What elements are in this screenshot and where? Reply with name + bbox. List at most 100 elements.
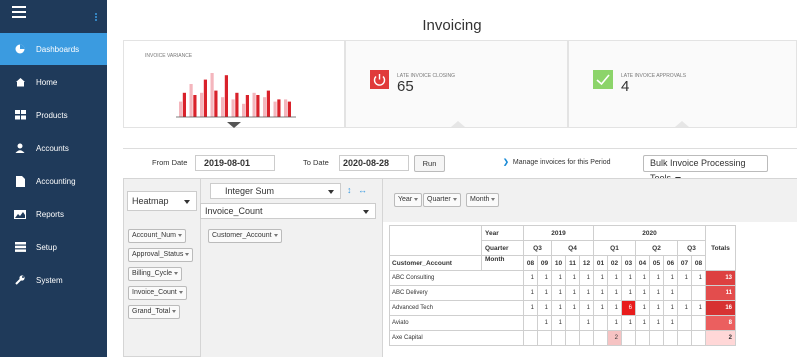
expand-arrow-icon[interactable] [451, 121, 465, 127]
variance-bar-red [277, 99, 281, 117]
table-cell: 1 [621, 270, 636, 286]
renderer-select[interactable]: Heatmap [127, 191, 197, 211]
aggregator-select[interactable]: Integer Sum [210, 183, 341, 199]
pivot-table: Year 2019 2020 Totals Quarter Q3 Q4 Q1 Q2 Q3 Month… [389, 225, 736, 346]
more-options-icon[interactable] [95, 13, 98, 23]
variance-bar-pink [252, 92, 256, 117]
expand-arrow-icon[interactable] [227, 122, 241, 128]
card-label: INVOICE VARIANCE [145, 53, 193, 59]
late-invoice-approvals-card[interactable]: LATE INVOICE APPROVALS 4 [568, 40, 797, 128]
swap-icon[interactable]: ↔ [358, 185, 367, 195]
table-cell: 1 [621, 285, 636, 301]
table-cell: 1 [677, 300, 692, 316]
sidebar-item-label: Accounting [36, 176, 76, 186]
chevron-down-icon [363, 210, 369, 214]
table-cell [551, 330, 566, 346]
sidebar-item-label: Dashboards [36, 44, 80, 54]
col-attr-quarter[interactable]: Quarter [423, 193, 461, 207]
table-cell: 1 [649, 285, 664, 301]
table-cell: 2 [607, 330, 622, 346]
sidebar-item-setup[interactable]: Setup [0, 231, 107, 263]
sidebar-item-products[interactable]: Products [0, 99, 107, 131]
month-header: 02 [607, 255, 622, 271]
checkmark-icon [593, 70, 613, 89]
sidebar-item-accounts[interactable]: Accounts [0, 132, 107, 164]
sidebar-item-dashboards[interactable]: Dashboards [0, 33, 107, 65]
variance-bar-pink [200, 92, 204, 117]
table-cell: 1 [523, 285, 538, 301]
chevron-down-icon [328, 190, 334, 194]
sidebar-item-reports[interactable]: Reports [0, 198, 107, 230]
table-cell: 1 [537, 285, 552, 301]
variance-bar-red [182, 92, 186, 117]
sort-icon[interactable]: ↕ [347, 185, 352, 195]
pill-label: Customer_Account [212, 232, 272, 239]
manage-invoices-link[interactable]: ❯ Manage invoices for this Period [503, 158, 611, 166]
attr-approval-status[interactable]: Approval_Status [128, 248, 194, 262]
table-cell [677, 330, 692, 346]
variance-bar-red [193, 95, 197, 117]
sidebar-item-label: Home [36, 77, 58, 87]
year-header: 2019 [523, 225, 594, 241]
variance-bar-red [203, 79, 207, 117]
table-cell: 6 [621, 300, 636, 316]
month-header: 08 [691, 255, 706, 271]
attr-invoice-count[interactable]: Invoice_Count [128, 286, 187, 300]
col-attr-header-quarter: Quarter [481, 240, 524, 256]
late-invoice-closing-card[interactable]: LATE INVOICE CLOSING 65 [345, 40, 568, 128]
late-approvals-count: 4 [621, 78, 630, 95]
table-cell: 1 [551, 300, 566, 316]
variance-bar-red [245, 95, 249, 117]
chevron-down-icon [273, 233, 278, 237]
to-date-input[interactable]: 2020-08-28 [339, 155, 409, 171]
table-cell: 1 [691, 300, 706, 316]
month-header: 04 [635, 255, 650, 271]
table-cell: 1 [649, 300, 664, 316]
col-attr-year[interactable]: Year [394, 193, 423, 207]
products-icon [14, 109, 26, 121]
main-content: Invoicing INVOICE VARIANCE LATE INVOICE … [107, 0, 797, 357]
table-cell: 1 [537, 315, 552, 331]
run-button[interactable]: Run [414, 155, 445, 172]
chart-icon [14, 208, 26, 220]
sidebar-item-accounting[interactable]: Accounting [0, 165, 107, 197]
row-total-cell: 13 [705, 270, 736, 286]
row-total-cell: 8 [705, 315, 736, 331]
col-attr-header-year: Year [481, 225, 524, 241]
menu-icon[interactable] [12, 6, 26, 18]
attr-account-num[interactable]: Account_Num [128, 229, 186, 243]
sidebar-item-label: Products [36, 110, 68, 120]
table-cell: 1 [523, 270, 538, 286]
value-field-select[interactable]: Invoice_Count [200, 203, 376, 219]
table-row: Aviato 1 1 1 1 1 1 1 1 8 [389, 315, 736, 331]
table-cell [691, 315, 706, 331]
from-date-input[interactable]: 2019-08-01 [195, 155, 275, 171]
date-filter-toolbar: From Date 2019-08-01 To Date 2020-08-28 … [123, 152, 783, 183]
row-attr-customer-account[interactable]: Customer_Account [208, 229, 282, 243]
pill-label: Grand_Total [132, 308, 171, 315]
divider [123, 148, 797, 149]
user-icon [14, 142, 26, 154]
invoice-variance-card[interactable]: INVOICE VARIANCE [123, 40, 345, 128]
row-attr-header: Customer_Account [389, 255, 482, 271]
col-attr-month[interactable]: Month [466, 193, 500, 207]
table-cell [523, 315, 538, 331]
sidebar-item-system[interactable]: System [0, 264, 107, 296]
table-cell: 1 [635, 270, 650, 286]
month-header: 01 [593, 255, 608, 271]
late-closing-count: 65 [397, 78, 414, 95]
invoice-variance-sparkline [176, 73, 296, 118]
table-cell: 1 [579, 285, 594, 301]
table-cell [677, 315, 692, 331]
row-total-cell: 11 [705, 285, 736, 301]
table-cell: 1 [677, 270, 692, 286]
variance-bar-red [214, 90, 218, 117]
bulk-tools-dropdown[interactable]: Bulk Invoice Processing Tools [643, 155, 768, 183]
attr-billing-cycle[interactable]: Billing_Cycle [128, 267, 183, 281]
table-cell: 1 [537, 300, 552, 316]
table-cell [537, 330, 552, 346]
chevron-down-icon [185, 252, 190, 256]
sidebar-item-home[interactable]: Home [0, 66, 107, 98]
attr-grand-total[interactable]: Grand_Total [128, 305, 181, 319]
expand-arrow-icon[interactable] [675, 121, 689, 127]
